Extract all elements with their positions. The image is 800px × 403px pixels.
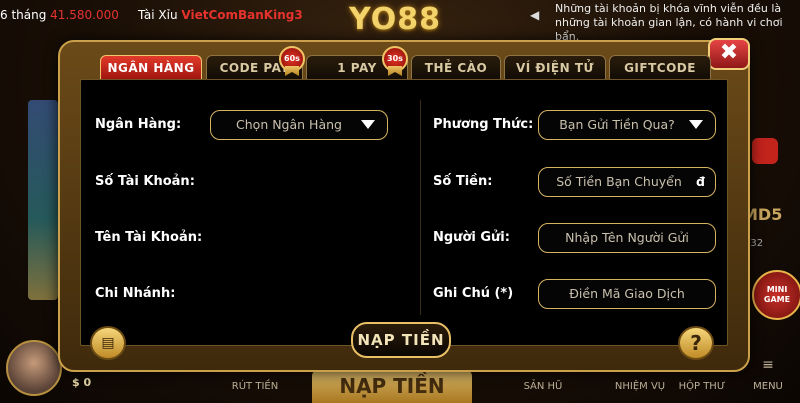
nav-jackpot[interactable]: SẢN HŨ [513,381,573,392]
form-divider [420,100,421,315]
notes-icon[interactable]: ▤ [90,326,126,360]
ticker-game: Tài Xỉu [137,8,178,22]
brand-logo: YO88 [349,2,441,37]
one-pay-timer-badge: 30s [382,46,408,76]
chevron-down-icon [689,120,703,129]
amount-placeholder: Số Tiền Bạn Chuyển [556,174,682,189]
sender-placeholder: Nhập Tên Người Gửi [565,230,689,245]
code-pay-timer-badge: 60s [279,46,305,76]
close-button[interactable]: ✖ [708,38,750,70]
tab-card[interactable]: THẺ CÀO [411,55,501,80]
tab-e-wallet[interactable]: VÍ ĐIỆN TỬ [504,55,606,80]
mini-game-button[interactable]: MINI GAME [752,270,800,320]
top-bar: 6 tháng 41.580.000 Tài Xỉu VietComBanKin… [0,0,800,43]
method-label: Phương Thức: [433,117,534,132]
sender-label: Người Gửi: [433,230,510,245]
bottom-deposit-button[interactable]: NẠP TIỀN [312,370,472,403]
balance: $ 0 [72,376,92,389]
tab-giftcode[interactable]: GIFTCODE [609,55,711,80]
sender-input[interactable]: Nhập Tên Người Gửi [538,223,716,253]
nav-menu[interactable]: MENU [738,381,798,392]
avatar[interactable] [6,340,62,396]
one-pay-timer: 30s [387,54,403,63]
help-icon[interactable]: ? [678,326,714,360]
bank-label: Ngân Hàng: [95,117,182,132]
amount-label: Số Tiền: [433,174,493,189]
bank-select[interactable]: Chọn Ngân Hàng [210,110,388,140]
ticker-user: VietComBanKing3 [181,8,303,22]
currency-symbol: đ [696,174,705,189]
code-pay-timer: 60s [284,54,300,63]
nav-mailbox[interactable]: HỘP THƯ [672,381,732,392]
tab-bank[interactable]: NGÂN HÀNG [100,55,202,80]
jackpot-ticker: 6 tháng 41.580.000 Tài Xỉu VietComBanKin… [0,8,303,22]
deposit-submit-button[interactable]: NẠP TIỀN [351,322,451,358]
ticker-prefix: 6 tháng [0,8,47,22]
method-select-value: Bạn Gửi Tiền Qua? [559,117,675,132]
speaker-icon: ◀ [530,8,540,22]
notice-text: Những tài khoản bị khóa vĩnh viễn đều là… [555,2,783,43]
nav-withdraw[interactable]: RÚT TIỀN [225,381,285,392]
account-name-label: Tên Tài Khoản: [95,230,203,245]
ticker-amount: 41.580.000 [50,8,119,22]
transaction-code-placeholder: Điền Mã Giao Dịch [569,286,685,301]
nav-mission[interactable]: NHIỆM VỤ [610,381,670,392]
transaction-code-input[interactable]: Điền Mã Giao Dịch [538,279,716,309]
amount-input[interactable]: Số Tiền Bạn Chuyển đ [538,167,716,197]
method-select[interactable]: Bạn Gửi Tiền Qua? [538,110,716,140]
branch-label: Chi Nhánh: [95,286,176,301]
left-game-card[interactable] [28,100,58,300]
account-number-label: Số Tài Khoản: [95,174,195,189]
bank-select-value: Chọn Ngân Hàng [236,117,342,132]
chevron-down-icon [361,120,375,129]
dice-icon [752,138,778,164]
note-label: Ghi Chú (*) [433,286,514,301]
